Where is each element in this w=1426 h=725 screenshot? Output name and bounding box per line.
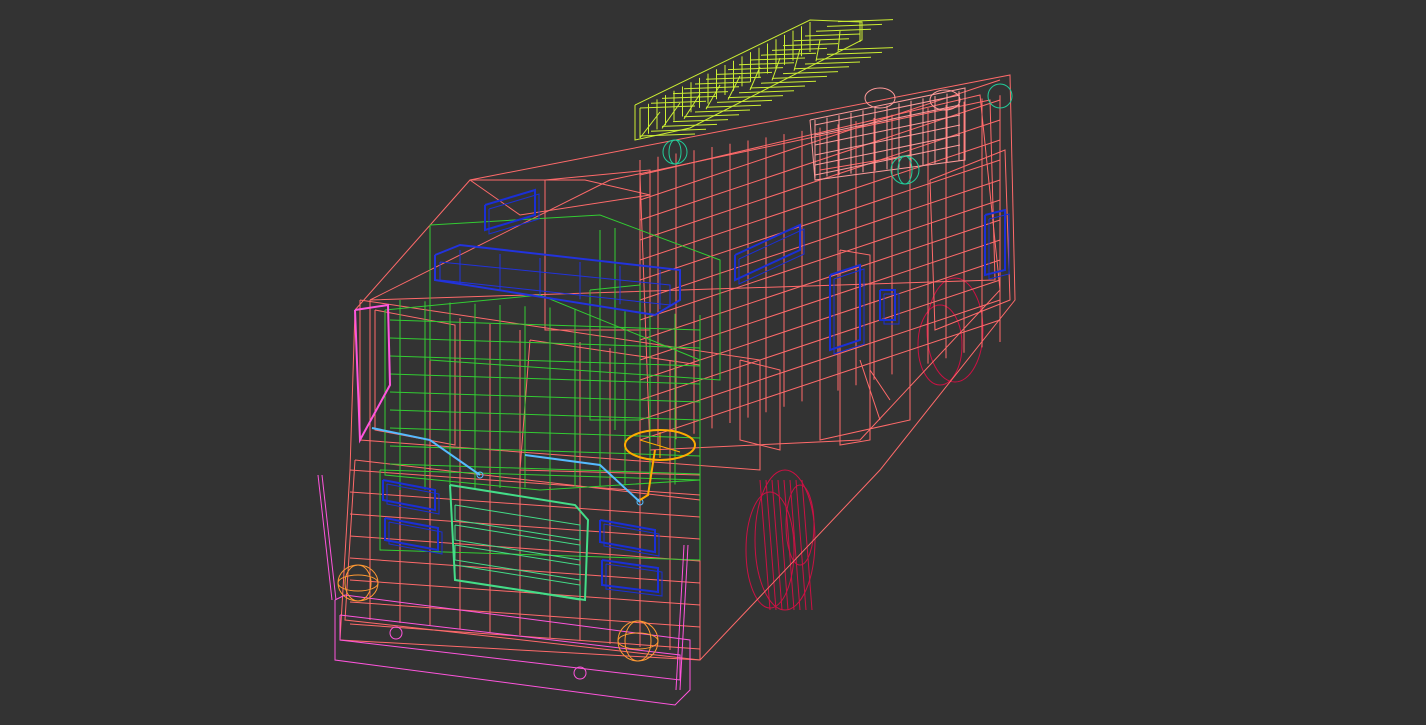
wireframe-scene [317, 19, 1016, 706]
hose-reels-wire [809, 87, 966, 181]
3d-viewport[interactable] [0, 0, 1426, 725]
grille-wire [449, 484, 590, 602]
ladder-wire [634, 19, 894, 141]
steering-wheel-wire [624, 429, 696, 501]
